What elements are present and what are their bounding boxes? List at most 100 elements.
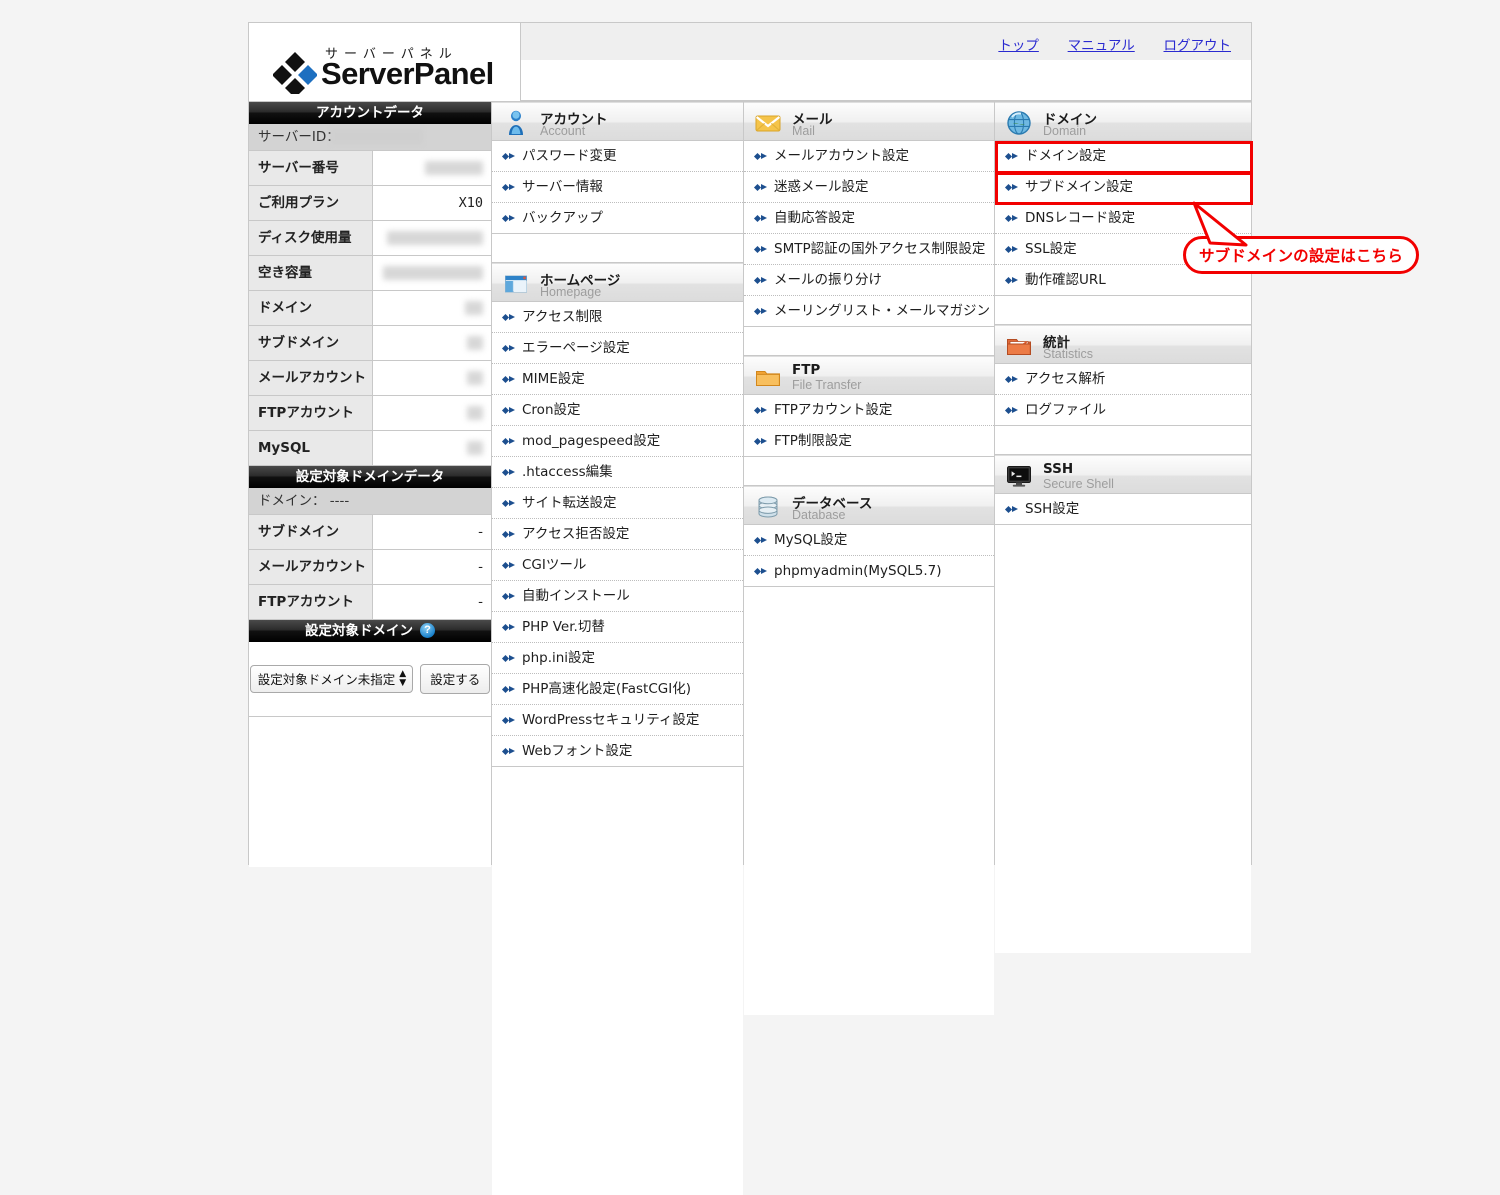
- menu-item-label: アクセス制限: [522, 309, 603, 325]
- menu-item[interactable]: PHP高速化設定(FastCGI化): [492, 674, 743, 705]
- menu-item[interactable]: mod_pagespeed設定: [492, 426, 743, 457]
- apply-domain-button[interactable]: 設定する: [420, 664, 491, 694]
- column-filler: [744, 615, 994, 1015]
- homepage-icon: [503, 271, 529, 297]
- person-icon: [503, 110, 529, 136]
- menu-item[interactable]: MySQL設定: [744, 525, 994, 556]
- terminal-icon: [1006, 463, 1032, 489]
- account-data-row: MySQL: [249, 431, 491, 466]
- logo-area[interactable]: サーバーパネル ServerPanel: [249, 23, 521, 101]
- account-data-value: X10: [458, 195, 483, 211]
- menu-item[interactable]: FTP制限設定: [744, 426, 994, 457]
- page-header: トップ マニュアル ログアウト サーバーパネル ServerPanel: [249, 23, 1251, 102]
- menu-item[interactable]: php.ini設定: [492, 643, 743, 674]
- menu-item-label: .htaccess編集: [522, 464, 613, 480]
- menu-item-label: Webフォント設定: [522, 743, 633, 759]
- menu-item-label: php.ini設定: [522, 650, 596, 666]
- account-data-table: サーバー番号 ご利用プラン X10 ディスク使用量 空き容量 ドメイン サブドメイン メールア…: [249, 151, 491, 466]
- menu-item[interactable]: メーリングリスト・メールマガジン: [744, 296, 994, 327]
- target-domain-select-value: 設定対象ドメイン未指定: [257, 672, 396, 687]
- account-data-value-cell: [373, 221, 491, 255]
- nav-link-top[interactable]: トップ: [998, 38, 1039, 54]
- menu-item[interactable]: CGIツール: [492, 550, 743, 581]
- account-data-header: アカウントデータ: [249, 102, 491, 124]
- masked-value: [383, 266, 483, 280]
- menu-item[interactable]: サイト転送設定: [492, 488, 743, 519]
- menu-item-label: バックアップ: [522, 210, 603, 226]
- account-data-key: メールアカウント: [249, 361, 373, 395]
- question-mark-icon[interactable]: ?: [420, 622, 435, 638]
- menu-item-label: メールの振り分け: [774, 272, 882, 288]
- menu-item[interactable]: アクセス解析: [995, 364, 1251, 395]
- menu-item[interactable]: エラーページ設定: [492, 333, 743, 364]
- account-data-value-cell: [373, 396, 491, 430]
- menu-item-label: Cron設定: [522, 402, 581, 418]
- menu-item[interactable]: 自動応答設定: [744, 203, 994, 234]
- menu-item[interactable]: メールの振り分け: [744, 265, 994, 296]
- column-filler: [492, 795, 743, 1195]
- section-spacer: [492, 767, 743, 795]
- menu-item[interactable]: WordPressセキュリティ設定: [492, 705, 743, 736]
- menu-item-label: サーバー情報: [522, 179, 603, 195]
- menu-item-label: 動作確認URL: [1025, 272, 1106, 288]
- menu-item[interactable]: アクセス拒否設定: [492, 519, 743, 550]
- server-panel-window: トップ マニュアル ログアウト サーバーパネル ServerPanel アカウン…: [248, 22, 1253, 1195]
- masked-value: [467, 371, 483, 385]
- menu-item[interactable]: パスワード変更: [492, 141, 743, 172]
- menu-item[interactable]: SSH設定: [995, 494, 1251, 525]
- menu-item-label: mod_pagespeed設定: [522, 433, 661, 449]
- account-data-value-cell: [373, 361, 491, 395]
- section-spacer: [744, 457, 994, 486]
- menu-item[interactable]: ログファイル: [995, 395, 1251, 426]
- section-title-en: Mail: [792, 124, 815, 138]
- menu-item[interactable]: メールアカウント設定: [744, 141, 994, 172]
- target-domain-title: 設定対象ドメイン: [305, 623, 413, 639]
- section-header-database: データベース Database: [744, 486, 994, 525]
- nav-link-logout[interactable]: ログアウト: [1164, 38, 1232, 54]
- masked-value: [465, 301, 483, 315]
- menu-item[interactable]: MIME設定: [492, 364, 743, 395]
- menu-item[interactable]: PHP Ver.切替: [492, 612, 743, 643]
- section-title-en: Statistics: [1043, 347, 1094, 361]
- target-domain-controls: 設定対象ドメイン未指定 ▲ ▼ 設定する: [249, 642, 491, 717]
- menu-item[interactable]: バックアップ: [492, 203, 743, 234]
- menu-item-label: メーリングリスト・メールマガジン: [774, 303, 990, 319]
- menu-item[interactable]: phpmyadmin(MySQL5.7): [744, 556, 994, 587]
- sidebar: アカウントデータ サーバーID： サーバー番号 ご利用プラン X10 ディスク使用量空…: [249, 102, 492, 867]
- section-spacer: [744, 587, 994, 615]
- menu-item[interactable]: FTPアカウント設定: [744, 395, 994, 426]
- masked-value: [467, 406, 483, 420]
- section-header-homepage: ホームページ Homepage: [492, 263, 743, 302]
- menu-item[interactable]: ドメイン設定: [995, 141, 1251, 172]
- globe-icon: [1006, 110, 1032, 136]
- menu-item[interactable]: サーバー情報: [492, 172, 743, 203]
- menu-item[interactable]: .htaccess編集: [492, 457, 743, 488]
- section-spacer: [995, 296, 1251, 325]
- target-domain-value: -: [373, 515, 491, 549]
- menu-item-label: 自動応答設定: [774, 210, 855, 226]
- target-domain-row: メールアカウント -: [249, 550, 491, 585]
- account-data-value-cell: X10: [373, 186, 491, 220]
- menu-item-label: ログファイル: [1025, 402, 1106, 418]
- menu-item-label: SSL設定: [1025, 241, 1077, 257]
- menu-item[interactable]: Cron設定: [492, 395, 743, 426]
- account-data-value-cell: [373, 256, 491, 290]
- section-header-file-transfer: FTP File Transfer: [744, 356, 994, 395]
- account-data-value-cell: [373, 291, 491, 325]
- target-domain-select[interactable]: 設定対象ドメイン未指定 ▲ ▼: [249, 665, 414, 693]
- menu-item[interactable]: 自動インストール: [492, 581, 743, 612]
- section-title-ja: FTP: [792, 362, 821, 378]
- menu-item[interactable]: 迷惑メール設定: [744, 172, 994, 203]
- menu-item[interactable]: SMTP認証の国外アクセス制限設定: [744, 234, 994, 265]
- nav-link-manual[interactable]: マニュアル: [1068, 38, 1135, 54]
- menu-item[interactable]: アクセス制限: [492, 302, 743, 333]
- account-data-row: サブドメイン: [249, 326, 491, 361]
- account-data-key: MySQL: [249, 431, 373, 465]
- header-bar: トップ マニュアル ログアウト: [521, 23, 1251, 101]
- section-title-en: Homepage: [540, 285, 602, 299]
- menu-item-label: WordPressセキュリティ設定: [522, 712, 700, 728]
- section-title-en: Secure Shell: [1043, 477, 1114, 491]
- account-data-row: ご利用プラン X10: [249, 186, 491, 221]
- menu-item[interactable]: Webフォント設定: [492, 736, 743, 767]
- account-data-key: サーバー番号: [249, 151, 373, 185]
